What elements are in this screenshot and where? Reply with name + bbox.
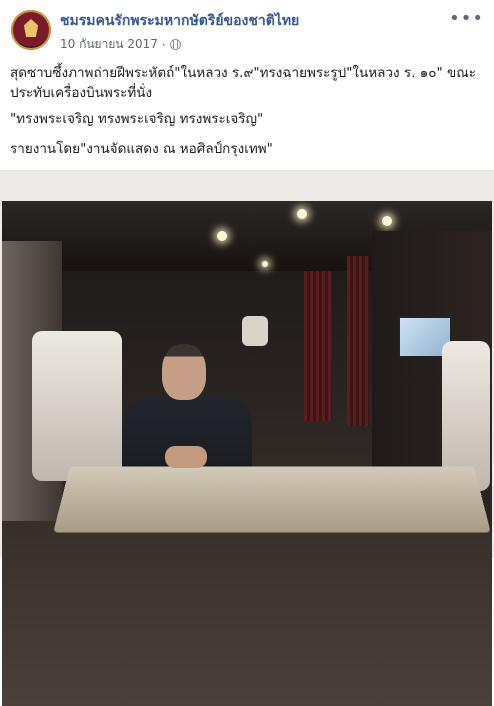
page-avatar[interactable] [11,10,51,50]
facebook-post-card: ชมรมคนรักพระมหากษัตริย์ของชาติไทย 10 กัน… [0,0,494,706]
ceiling-light [217,231,227,241]
person-head [162,344,206,400]
ceiling-light [262,261,268,267]
cabin-window [242,316,268,346]
globe-icon[interactable] [169,39,181,50]
crest-icon [24,19,38,37]
meta-separator: · [161,37,166,52]
wood-panel [304,271,332,421]
cabin-table [53,466,491,533]
post-meta: 10 กันยายน 2017 · [60,35,181,54]
person-hands [165,446,207,468]
ceiling-light [297,209,307,219]
seat [32,331,122,481]
more-options-icon[interactable]: ••• [449,8,484,29]
page-name-link[interactable]: ชมรมคนรักพระมหากษัตริย์ของชาติไทย [60,10,299,32]
post-header: ชมรมคนรักพระมหากษัตริย์ของชาติไทย 10 กัน… [0,0,494,60]
post-photo-frame[interactable] [0,170,494,706]
post-text-line-2: "ทรงพระเจริญ ทรงพระเจริญ ทรงพระเจริญ" [10,111,264,127]
post-text-line-3: รายงานโดย"งานจัดแสดง ณ หอศิลป์กรุงเทพ" [10,141,273,157]
post-text-line-1: สุดซาบซึ้งภาพถ่ายฝีพระหัตถ์"ในหลวง ร.๙"ท… [10,65,477,101]
post-timestamp[interactable]: 10 กันยายน 2017 [60,35,158,54]
wood-panel [347,256,369,426]
ceiling-light [382,216,392,226]
post-photo[interactable] [2,201,492,706]
